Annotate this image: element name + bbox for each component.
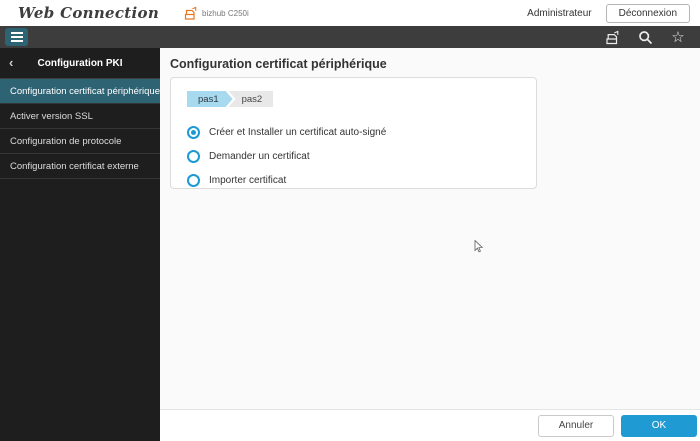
- radio-button-icon[interactable]: [187, 149, 200, 163]
- sidebar-item-activer-version-ssl[interactable]: Activer version SSL: [0, 104, 160, 129]
- search-icon[interactable]: [637, 29, 653, 45]
- ok-button[interactable]: OK: [621, 414, 697, 437]
- logout-button[interactable]: Déconnexion: [605, 3, 690, 23]
- radio-option-request-certificate[interactable]: Demander un certificat: [187, 144, 520, 168]
- sidebar-item-label: Activer version SSL: [10, 110, 93, 122]
- radio-button-icon[interactable]: [187, 125, 200, 139]
- sidebar-item-label: Configuration certificat externe: [10, 160, 139, 172]
- radio-label: Créer et Installer un certificat auto-si…: [209, 126, 387, 138]
- hamburger-menu-icon[interactable]: [5, 28, 28, 46]
- top-bar: Web Connection bizhub C250i Administrate…: [0, 0, 700, 26]
- sidebar-item-configuration-certificat-externe[interactable]: Configuration certificat externe: [0, 154, 160, 179]
- step-indicator: pas1 pas2: [187, 91, 520, 107]
- device-name: bizhub C250i: [202, 8, 249, 18]
- sidebar-item-configuration-de-protocole[interactable]: Configuration de protocole: [0, 129, 160, 154]
- device-info: bizhub C250i: [183, 6, 249, 20]
- page-title: Configuration certificat périphérique: [170, 57, 387, 71]
- action-footer: Annuler OK: [160, 409, 700, 441]
- sidebar-menu: ‹ Configuration PKI Configuration certif…: [0, 48, 160, 441]
- sidebar-header: ‹ Configuration PKI: [0, 48, 160, 79]
- radio-label: Demander un certificat: [209, 150, 310, 162]
- step-pas2: pas2: [228, 91, 274, 107]
- cancel-button[interactable]: Annuler: [538, 414, 614, 437]
- radio-option-import-certificate[interactable]: Importer certificat: [187, 168, 520, 192]
- back-chevron-icon[interactable]: ‹: [9, 56, 13, 69]
- sidebar-item-configuration-certificat-peripherique[interactable]: Configuration certificat périphérique: [0, 79, 160, 104]
- sidebar-item-label: Configuration de protocole: [10, 135, 122, 147]
- sidebar-title: Configuration PKI: [37, 57, 123, 69]
- radio-option-create-self-signed[interactable]: Créer et Installer un certificat auto-si…: [187, 120, 520, 144]
- certificate-options-panel: pas1 pas2 Créer et Installer un certific…: [170, 77, 537, 189]
- logged-in-user: Administrateur: [527, 7, 592, 19]
- app-bar: ☆: [0, 26, 700, 48]
- sidebar-item-label: Configuration certificat périphérique: [10, 85, 160, 97]
- main-content: Configuration certificat périphérique pa…: [160, 48, 700, 441]
- device-printer-icon: [183, 6, 198, 20]
- step-pas1: pas1: [187, 91, 233, 107]
- web-connection-logo: Web Connection: [18, 4, 160, 22]
- radio-label: Importer certificat: [209, 174, 287, 186]
- radio-button-icon[interactable]: [187, 173, 200, 187]
- favorite-star-icon[interactable]: ☆: [670, 29, 686, 45]
- device-status-icon[interactable]: [604, 29, 620, 45]
